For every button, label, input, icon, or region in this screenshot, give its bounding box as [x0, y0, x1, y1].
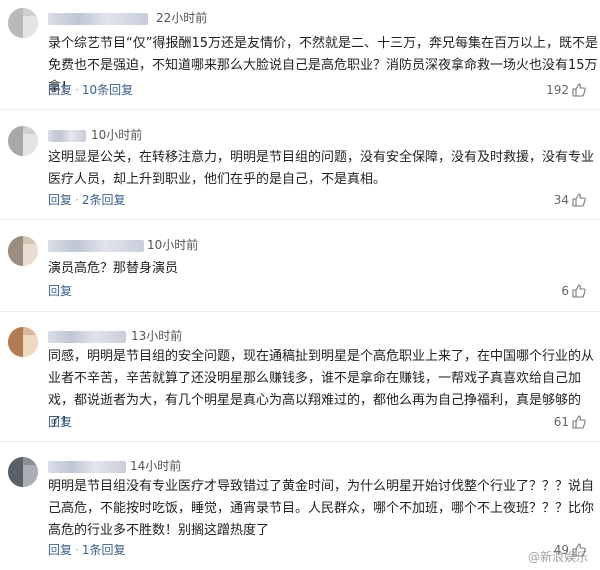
comment-item: 22小时前 录个综艺节目“仅”得报酬15万还是友情价，不然就是二、十三万，奔兄每… — [0, 0, 600, 110]
avatar[interactable] — [8, 8, 38, 38]
avatar[interactable] — [8, 327, 38, 357]
username-blurred[interactable] — [48, 461, 126, 473]
thumbs-up-icon — [572, 83, 586, 97]
comment-actions: 回复 — [48, 283, 72, 299]
like-count: 34 — [553, 193, 569, 207]
reply-link[interactable]: 回复 — [48, 193, 72, 207]
username-blurred[interactable] — [48, 13, 148, 25]
avatar[interactable] — [8, 457, 38, 487]
comment-item: 10小时前 演员高危？那替身演员 回复 6 — [0, 220, 600, 312]
username-blurred[interactable] — [48, 240, 144, 252]
thumbs-up-icon — [572, 284, 586, 298]
comment-time: 13小时前 — [131, 329, 183, 343]
username-blurred[interactable] — [48, 130, 86, 142]
comment-item: 13小时前 同感，明明是节目组的安全问题，现在通稿扯到明星是个高危职业上来了，在… — [0, 312, 600, 442]
thumbs-up-icon — [572, 193, 586, 207]
like-count: 6 — [561, 284, 569, 298]
sub-replies-link[interactable]: 1条回复 — [82, 543, 126, 557]
like-button[interactable]: 34 — [554, 192, 586, 208]
sub-replies-link[interactable]: 10条回复 — [82, 83, 133, 97]
comment-actions: 回复 · 1条回复 — [48, 543, 126, 557]
avatar[interactable] — [8, 126, 38, 156]
like-button[interactable]: 61 — [554, 414, 586, 430]
thumbs-up-icon — [572, 415, 586, 429]
reply-link[interactable]: 回复 — [48, 284, 72, 298]
comment-item: 14小时前 明明是节目组没有专业医疗才导致错过了黄金时间，为什么明星开始讨伐整个… — [0, 442, 600, 570]
like-button[interactable]: 6 — [561, 283, 586, 299]
comment-time: 14小时前 — [130, 459, 182, 473]
comment-time: 10小时前 — [91, 128, 143, 142]
comment-actions: 回复 · 10条回复 — [48, 83, 134, 97]
sub-replies-link[interactable]: 2条回复 — [82, 193, 126, 207]
watermark: @新浪娱乐 — [527, 550, 588, 564]
avatar[interactable] — [8, 236, 38, 266]
comment-item: 10小时前 这明显是公关，在转移注意力，明明是节目组的问题，没有安全保障，没有及… — [0, 110, 600, 220]
comment-time: 10小时前 — [147, 238, 199, 252]
comment-actions: 回复 · 2条回复 — [48, 193, 126, 207]
like-button[interactable]: 192 — [546, 82, 586, 98]
username-blurred[interactable] — [48, 331, 126, 343]
reply-link[interactable]: 回复 — [48, 415, 72, 429]
reply-link[interactable]: 回复 — [48, 543, 72, 557]
comment-time: 22小时前 — [156, 11, 208, 25]
like-count: 192 — [546, 83, 569, 97]
comment-text: 演员高危？那替身演员 — [48, 261, 179, 276]
comment-text: 明明是节目组没有专业医疗才导致错过了黄金时间，为什么明星开始讨伐整个行业了？？？… — [48, 479, 595, 538]
comment-text: 同感，明明是节目组的安全问题，现在通稿扯到明星是个高危职业上来了，在中国哪个行业… — [48, 349, 595, 430]
reply-link[interactable]: 回复 — [48, 83, 72, 97]
comment-text: 这明显是公关，在转移注意力，明明是节目组的问题，没有安全保障，没有及时救援，没有… — [48, 150, 595, 187]
like-count: 61 — [553, 415, 569, 429]
comment-actions: 回复 — [48, 414, 72, 430]
